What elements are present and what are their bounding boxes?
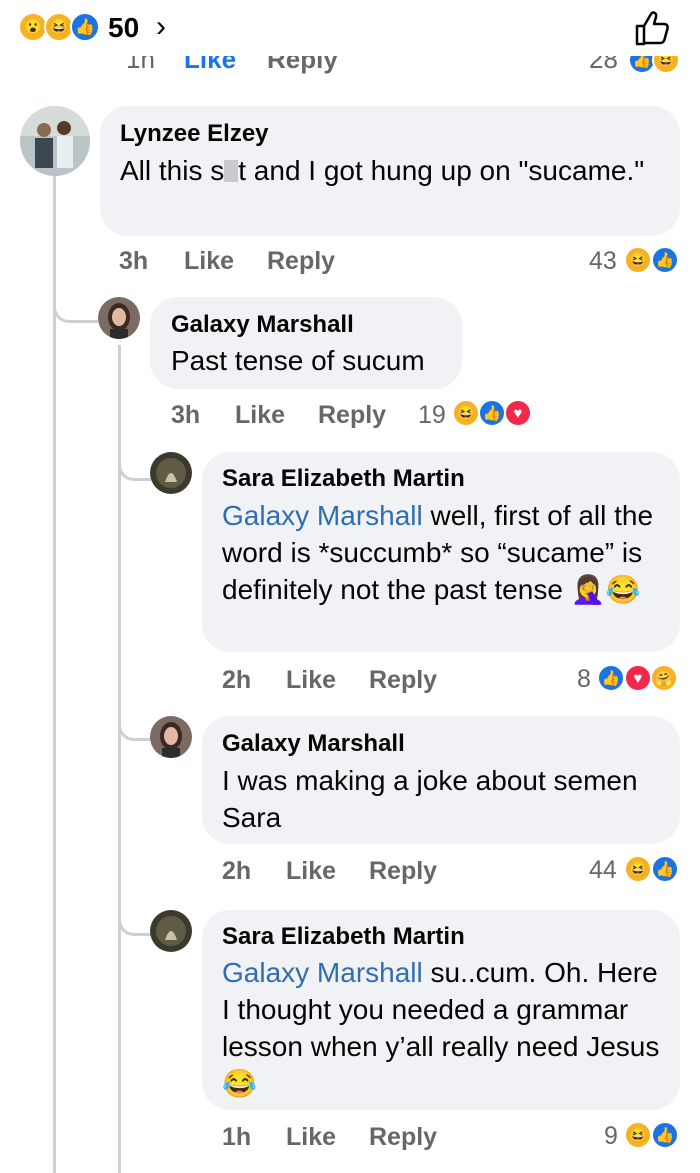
reply-link[interactable]: Reply xyxy=(369,666,437,695)
haha-icon: 😆 xyxy=(624,1121,652,1149)
reaction-total: 50 xyxy=(108,12,140,43)
reaction-count: 8 xyxy=(577,665,591,693)
comment-bubble: Lynzee Elzey All this st and I got hung … xyxy=(100,106,680,236)
comment-time: 1h xyxy=(222,1123,252,1151)
like-link[interactable]: Like xyxy=(235,401,285,430)
comment-time: 3h xyxy=(119,247,149,275)
thread-connector xyxy=(118,440,151,481)
comment-text: Galaxy Marshall well, first of all the w… xyxy=(222,500,654,605)
comment-bubble: Sara Elizabeth Martin Galaxy Marshall su… xyxy=(202,910,680,1110)
love-icon: ♥ xyxy=(504,399,532,427)
like-icon: 👍 xyxy=(70,12,100,42)
reply-link[interactable]: Reply xyxy=(267,247,335,276)
comment-author[interactable]: Sara Elizabeth Martin xyxy=(222,465,465,493)
reaction-count: 43 xyxy=(589,247,617,275)
reaction-count: 44 xyxy=(589,856,617,884)
comment-bubble: Galaxy Marshall I was making a joke abou… xyxy=(202,716,680,844)
comment-bubble: Sara Elizabeth Martin Galaxy Marshall we… xyxy=(202,452,680,652)
comment-bubble: Galaxy Marshall Past tense of sucum xyxy=(150,297,462,389)
comment-text: I was making a joke about semen Sara xyxy=(222,765,638,833)
emoji: 😂 xyxy=(222,1068,257,1099)
like-icon: 👍 xyxy=(651,246,679,274)
love-icon: ♥ xyxy=(624,664,652,692)
comment-time: 2h xyxy=(222,666,252,694)
like-icon: 👍 xyxy=(478,399,506,427)
like-link[interactable]: Like xyxy=(184,247,234,276)
haha-icon: 😆 xyxy=(624,855,652,883)
like-icon: 👍 xyxy=(597,664,625,692)
chevron-right-icon[interactable]: › xyxy=(156,10,166,44)
reaction-count: 28 xyxy=(589,56,618,74)
comment-time: 2h xyxy=(222,857,252,885)
censor-block xyxy=(224,160,239,182)
comment-text: Galaxy Marshall su..cum. Oh. Here I thou… xyxy=(222,957,660,1099)
care-icon: 🤗 xyxy=(650,664,678,692)
like-link[interactable]: Like xyxy=(286,857,336,886)
previous-comment-meta: 1h Like Reply 28 👍 😆 xyxy=(0,56,700,82)
like-link[interactable]: Like xyxy=(184,56,236,75)
comment-author[interactable]: Lynzee Elzey xyxy=(120,120,269,148)
like-icon: 👍 xyxy=(651,1121,679,1149)
comment-time: 3h xyxy=(171,401,201,429)
reply-link[interactable]: Reply xyxy=(369,857,437,886)
comment-text: Past tense of sucum xyxy=(171,345,425,376)
comment-author[interactable]: Galaxy Marshall xyxy=(222,730,405,758)
avatar[interactable] xyxy=(150,452,192,494)
thread-line xyxy=(53,172,56,1173)
thread-connector xyxy=(118,895,151,936)
haha-icon: 😆 xyxy=(452,399,480,427)
like-icon: 👍 xyxy=(651,855,679,883)
meta-time: 1h xyxy=(126,56,155,74)
haha-icon: 😆 xyxy=(652,56,680,74)
comment-author[interactable]: Sara Elizabeth Martin xyxy=(222,923,465,951)
avatar[interactable] xyxy=(150,716,192,758)
reactions-header[interactable]: 😮 😆 👍 50 › xyxy=(0,0,700,56)
like-link[interactable]: Like xyxy=(286,1123,336,1152)
comment-author[interactable]: Galaxy Marshall xyxy=(171,311,354,339)
like-link[interactable]: Like xyxy=(286,666,336,695)
haha-icon: 😆 xyxy=(624,246,652,274)
thread-connector xyxy=(53,290,98,323)
reaction-count: 19 xyxy=(418,401,446,429)
reply-link[interactable]: Reply xyxy=(267,56,338,75)
mention-link[interactable]: Galaxy Marshall xyxy=(222,957,423,988)
reply-link[interactable]: Reply xyxy=(369,1123,437,1152)
emoji: 🤦‍♀️ xyxy=(570,574,606,605)
reply-link[interactable]: Reply xyxy=(318,401,386,430)
mention-link[interactable]: Galaxy Marshall xyxy=(222,500,423,531)
reaction-count: 9 xyxy=(604,1122,618,1150)
avatar[interactable] xyxy=(20,106,90,176)
avatar[interactable] xyxy=(150,910,192,952)
thread-connector xyxy=(118,700,151,741)
comment-text: All this st and I got hung up on "sucame… xyxy=(120,155,645,186)
emoji: 😂 xyxy=(605,574,641,605)
like-outline-icon[interactable] xyxy=(632,8,672,48)
avatar[interactable] xyxy=(98,297,140,339)
